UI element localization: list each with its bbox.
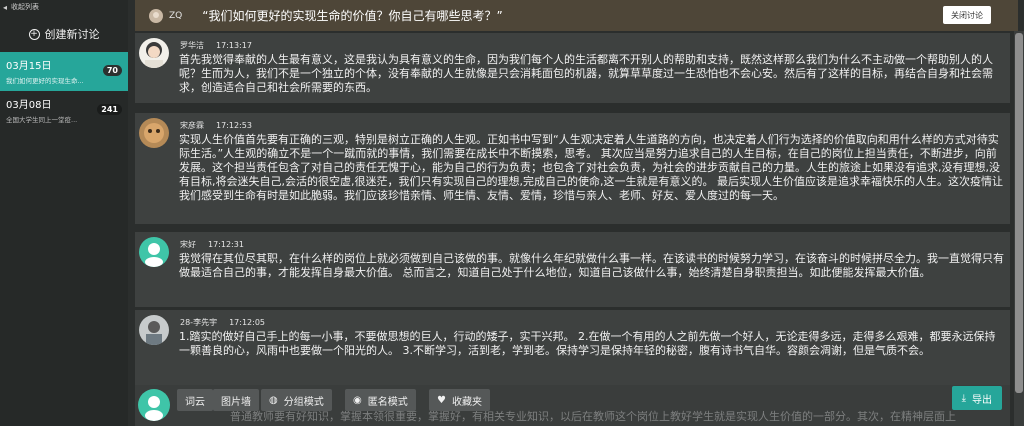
post-author: 28-李先宇 [180,318,218,327]
current-user-avatar [138,389,170,421]
post-meta: 宋好 17:12:31 [180,239,244,250]
user-avatar[interactable] [139,237,169,267]
post-author: 罗华洁 [180,41,204,50]
host-name: ZQ [169,10,183,21]
word-cloud-label: 词云 [185,396,205,408]
post-item: 28-李先宇 17:12:05 1.踏实的做好自己手上的每一小事，不要做思想的巨人… [135,310,1010,390]
create-discussion-button[interactable]: + 创建新讨论 [0,16,128,52]
anonymous-mode-label: 匿名模式 [367,396,408,408]
post-time: 17:12:31 [208,240,244,249]
discussion-title: 我们如何更好的实现生命... [6,77,84,85]
post-meta: 28-李先宇 17:12:05 [180,317,265,328]
create-discussion-label: 创建新讨论 [44,28,100,41]
host-avatar [149,8,163,23]
post-author: 宋彦霖 [180,121,204,130]
plus-circle-icon: + [28,28,40,40]
picture-wall-label: 图片墙 [221,396,251,408]
post-content: 我觉得在其位尽其职，在什么样的岗位上就必须做到自己该做的事。就像什么年纪就做什么… [179,252,1004,279]
discussion-header: ZQ “我们如何更好的实现生命的价值？你自己有哪些思考？” 关闭讨论 [135,0,1018,31]
post-meta: 罗华洁 17:13:17 [180,40,252,51]
discussion-count-badge: 241 [97,104,122,115]
group-icon: ◍ [269,394,278,406]
user-avatar[interactable] [139,118,169,148]
sidebar: ◂ 收起列表 + 创建新讨论 03月15日 我们如何更好的实现生命... 70 … [0,0,128,426]
discussion-count-badge: 70 [102,65,122,76]
group-mode-button[interactable]: ◍ 分组模式 [261,389,332,411]
picture-wall-button[interactable]: 图片墙 [213,389,259,411]
discussion-item[interactable]: 03月08日 全国大学生同上一堂疫... 241 [0,91,128,130]
discussion-title: 全国大学生同上一堂疫... [6,116,78,124]
discussion-item[interactable]: 03月15日 我们如何更好的实现生命... 70 [0,52,128,91]
group-mode-label: 分组模式 [283,396,324,408]
word-cloud-button[interactable]: 词云 [177,389,213,411]
favorites-label: 收藏夹 [451,396,482,408]
discussion-topic: “我们如何更好的实现生命的价值？你自己有哪些思考？” [202,9,503,23]
favorites-button[interactable]: ♥ 收藏夹 [429,389,490,411]
post-meta: 宋彦霖 17:12:53 [180,120,252,131]
collapse-label: 收起列表 [11,3,40,11]
collapse-icon: ◂ [3,2,8,12]
download-icon: ⤓ [961,392,966,404]
heart-icon: ♥ [437,394,446,406]
export-button[interactable]: ⤓ 导出 [951,386,1002,410]
post-item: 宋好 17:12:31 我觉得在其位尽其职，在什么样的岗位上就必须做到自己该做的事… [135,232,1010,307]
close-discussion-button[interactable]: 关闭讨论 [943,6,991,24]
post-author: 宋好 [180,240,196,249]
export-label: 导出 [972,394,992,406]
anonymous-mode-button[interactable]: ◉ 匿名模式 [345,389,416,411]
anonymous-icon: ◉ [353,394,362,406]
post-content: 首先我觉得奉献的人生最有意义，这是我认为具有意义的生命，因为我们每个人的生活都离… [179,53,993,94]
post-item: 宋彦霖 17:12:53 实现人生价值首先要有正确的三观，特别是树立正确的人生观。… [135,113,1010,224]
collapse-list-toggle[interactable]: ◂ 收起列表 [0,0,128,14]
bottom-toolbar: 普通教师要有好知识，掌握本领很重要，掌握好，有相关专业知识，以后在教师这个岗位上… [135,385,1010,426]
post-content: 实现人生价值首先要有正确的三观，特别是树立正确的人生观。正如书中写到“人生观决定… [179,133,1003,202]
post-content: 1.踏实的做好自己手上的每一小事，不要做思想的巨人，行动的矮子，实干兴邦。 2.… [179,330,996,357]
post-item: 罗华洁 17:13:17 首先我觉得奉献的人生最有意义，这是我认为具有意义的生命，… [135,33,1010,103]
post-time: 17:12:53 [216,121,252,130]
post-time: 17:13:17 [216,41,252,50]
scrollbar-thumb[interactable] [1015,33,1023,393]
post-time: 17:12:05 [229,318,266,327]
user-avatar[interactable] [139,315,169,345]
user-avatar[interactable] [139,38,169,68]
